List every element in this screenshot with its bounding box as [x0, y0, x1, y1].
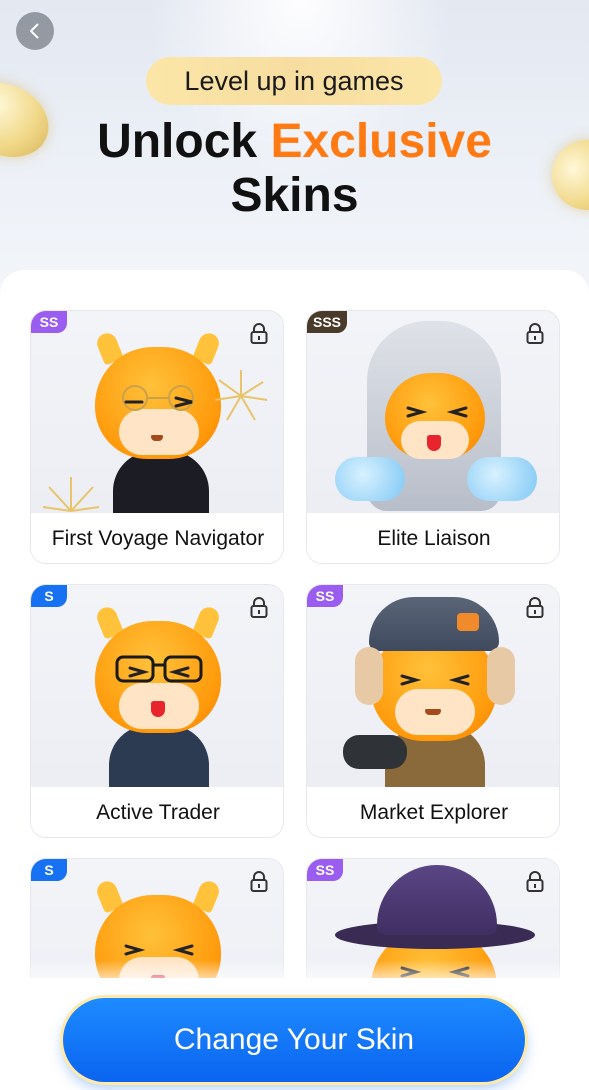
lock-icon: [526, 871, 544, 892]
tier-badge: S: [31, 585, 67, 607]
lock-icon: [526, 323, 544, 344]
tier-badge: SSS: [307, 311, 348, 333]
skin-card[interactable]: SS First Voyage Navigator: [30, 310, 284, 564]
pill-text: Level up in games: [184, 65, 404, 96]
change-skin-button[interactable]: Change Your Skin: [63, 998, 525, 1082]
tier-badge: SS: [307, 859, 343, 881]
level-up-pill: Level up in games: [146, 57, 442, 105]
skin-art: [307, 585, 559, 805]
scroll-fade: [0, 960, 589, 990]
skin-name: Market Explorer: [307, 787, 559, 837]
lock-icon: [250, 597, 268, 618]
mascot-image: [307, 311, 559, 513]
tier-badge: S: [31, 859, 67, 881]
skin-art: [31, 585, 283, 805]
skins-grid: SS First Voyage Navigator SSS Elite Liai…: [30, 310, 560, 978]
chevron-left-icon: [30, 23, 39, 39]
lock-icon: [526, 597, 544, 618]
skin-card[interactable]: SSS Elite Liaison: [306, 310, 560, 564]
page-headline: Unlock Exclusive Skins: [0, 115, 589, 223]
skin-art: [31, 311, 283, 531]
lock-icon: [250, 871, 268, 892]
headline-part1: Unlock: [97, 115, 271, 168]
tier-badge: SS: [31, 311, 67, 333]
lock-icon: [250, 323, 268, 344]
headline-accent: Exclusive: [270, 115, 492, 168]
skin-name: Active Trader: [31, 787, 283, 837]
skin-card[interactable]: SS Market Explorer: [306, 584, 560, 838]
headline-part2: Skins: [230, 169, 359, 222]
skin-card[interactable]: S Active Trader: [30, 584, 284, 838]
change-skin-label: Change Your Skin: [173, 1023, 415, 1056]
tier-badge: SS: [307, 585, 343, 607]
mascot-image: [31, 585, 283, 805]
skin-name: First Voyage Navigator: [31, 513, 283, 563]
back-button[interactable]: [16, 12, 54, 50]
mascot-image: [307, 585, 559, 805]
skin-art: [307, 311, 559, 513]
mascot-image: [31, 311, 283, 531]
skin-name: Elite Liaison: [307, 513, 559, 563]
